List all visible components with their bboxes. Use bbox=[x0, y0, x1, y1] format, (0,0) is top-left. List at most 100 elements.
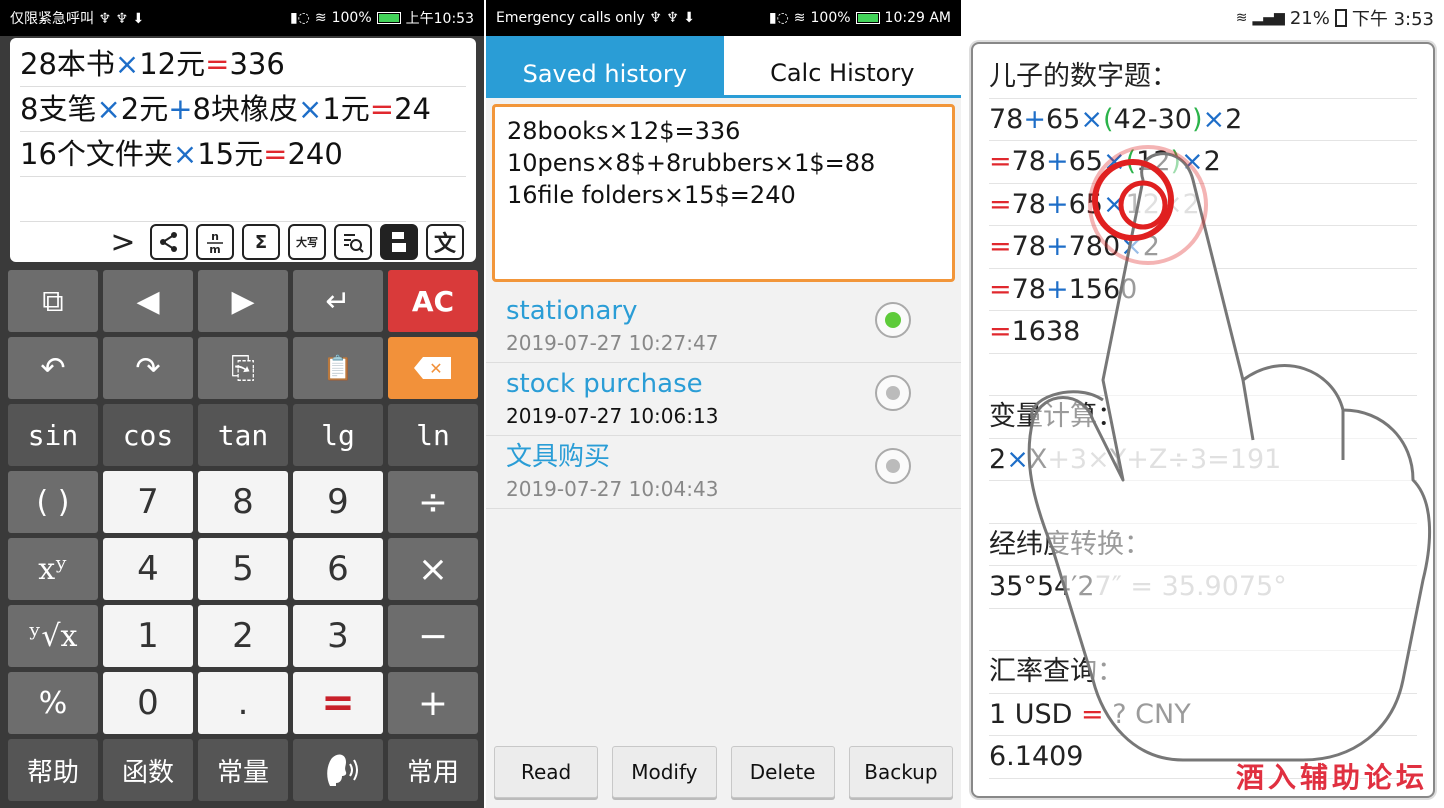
undo-key[interactable]: ↶ bbox=[8, 337, 98, 399]
save-icon[interactable] bbox=[380, 224, 418, 260]
digit-3-key[interactable]: 3 bbox=[293, 605, 383, 667]
tan-key[interactable]: tan bbox=[198, 404, 288, 466]
battery-icon bbox=[855, 12, 880, 24]
cursor-right-key[interactable]: ▶ bbox=[198, 270, 288, 332]
cursor-left-key[interactable]: ◀ bbox=[103, 270, 193, 332]
operand: 16个文件夹 bbox=[20, 137, 173, 171]
list-item[interactable]: stationary 2019-07-27 10:27:47 bbox=[486, 290, 961, 363]
digit-0-key[interactable]: 0 bbox=[103, 672, 193, 734]
list-item[interactable]: stock purchase 2019-07-27 10:06:13 bbox=[486, 363, 961, 436]
digit-2-key[interactable]: 2 bbox=[198, 605, 288, 667]
result: 24 bbox=[394, 92, 431, 126]
power-key[interactable]: xʸ bbox=[8, 538, 98, 600]
list-item[interactable]: 文具购买 2019-07-27 10:04:43 bbox=[486, 436, 961, 509]
voice-icon bbox=[327, 754, 358, 786]
note-line: 78+65×(42-30)×2 bbox=[989, 99, 1417, 141]
digit-9-key[interactable]: 9 bbox=[293, 471, 383, 533]
battery-percent: 100% bbox=[810, 10, 851, 26]
clock: 下午 3:53 bbox=[1351, 9, 1434, 30]
copy-all-key[interactable]: ⧉ bbox=[8, 270, 98, 332]
digit-7-key[interactable]: 7 bbox=[103, 471, 193, 533]
help-key[interactable]: 帮助 bbox=[8, 739, 98, 801]
delete-button[interactable]: Delete bbox=[730, 746, 835, 798]
wifi-icon: ≋ bbox=[793, 10, 806, 26]
battery-icon bbox=[376, 12, 401, 24]
modify-button[interactable]: Modify bbox=[612, 746, 717, 798]
paste-key[interactable]: 📋 bbox=[293, 337, 383, 399]
cos-key[interactable]: cos bbox=[103, 404, 193, 466]
next-icon[interactable]: > bbox=[104, 224, 142, 260]
signal-icon: ▮◌ bbox=[289, 10, 310, 26]
tab-saved-history[interactable]: Saved history bbox=[486, 36, 724, 98]
lg-key[interactable]: lg bbox=[293, 404, 383, 466]
translate-icon[interactable]: 文 bbox=[426, 224, 464, 260]
carrier-text: Emergency calls only ♆ ♆ ⬇ bbox=[496, 10, 696, 26]
tab-calc-history[interactable]: Calc History bbox=[723, 36, 961, 98]
result: 240 bbox=[287, 137, 343, 171]
root-key[interactable]: ʸ√x bbox=[8, 605, 98, 667]
digit-6-key[interactable]: 6 bbox=[293, 538, 383, 600]
decimal-point-key[interactable]: . bbox=[198, 672, 288, 734]
divide-key[interactable]: ÷ bbox=[388, 471, 478, 533]
operator: × bbox=[114, 47, 140, 81]
svg-text:m: m bbox=[209, 243, 220, 255]
constants-key[interactable]: 常量 bbox=[198, 739, 288, 801]
multiply-key[interactable]: × bbox=[388, 538, 478, 600]
equals-sign: = bbox=[369, 92, 395, 126]
calc-display[interactable]: 28本书×12元=336 8支笔×2元+8块橡皮×1元=24 16个文件夹×15… bbox=[10, 38, 476, 262]
select-radio[interactable] bbox=[875, 448, 911, 484]
signal-icon: ▮◌ bbox=[768, 10, 789, 26]
enter-key[interactable]: ↵ bbox=[293, 270, 383, 332]
fraction-icon[interactable]: nm bbox=[196, 224, 234, 260]
editor-line: 28books×12$=336 bbox=[507, 117, 741, 145]
operand: 2元 bbox=[120, 92, 169, 126]
expression-line-3[interactable]: 16个文件夹×15元=240 bbox=[20, 132, 466, 177]
clear-all-key[interactable]: AC bbox=[388, 270, 478, 332]
history-list: stationary 2019-07-27 10:27:47 stock pur… bbox=[486, 290, 961, 509]
copy-key[interactable]: ⎘ bbox=[198, 337, 288, 399]
expression-line-4[interactable] bbox=[20, 177, 466, 222]
daxie-icon[interactable]: 大写 bbox=[288, 224, 326, 260]
voice-key[interactable] bbox=[293, 739, 383, 801]
share-icon[interactable] bbox=[150, 224, 188, 260]
backup-button[interactable]: Backup bbox=[848, 746, 953, 798]
common-key[interactable]: 常用 bbox=[388, 739, 478, 801]
minus-key[interactable]: − bbox=[388, 605, 478, 667]
ln-key[interactable]: ln bbox=[388, 404, 478, 466]
operand: 1元 bbox=[322, 92, 370, 126]
note-heading: 经纬度转换： bbox=[989, 524, 1417, 566]
note-line: =78+1560 bbox=[989, 269, 1417, 311]
note-line: 2×X+3×Y+Z÷3=191 bbox=[989, 439, 1417, 481]
operand: 8支笔 bbox=[20, 92, 97, 126]
digit-8-key[interactable]: 8 bbox=[198, 471, 288, 533]
sum-icon[interactable]: Σ bbox=[242, 224, 280, 260]
battery-percent: 100% bbox=[331, 10, 372, 26]
digit-5-key[interactable]: 5 bbox=[198, 538, 288, 600]
history-date: 2019-07-27 10:04:43 bbox=[506, 477, 719, 501]
notepad-panel: ≋ ▂▄▆ 21% 下午 3:53 儿子的数字题： 78+65×(42-30)×… bbox=[961, 0, 1444, 808]
signal-icon: ▂▄▆ bbox=[1252, 10, 1285, 26]
backspace-key[interactable]: ✕ bbox=[388, 337, 478, 399]
select-radio[interactable] bbox=[875, 375, 911, 411]
expression-line-1[interactable]: 28本书×12元=336 bbox=[20, 42, 466, 87]
history-panel: Emergency calls only ♆ ♆ ⬇ ▮◌ ≋ 100% 10:… bbox=[484, 0, 961, 808]
search-icon[interactable] bbox=[334, 224, 372, 260]
status-bar: Emergency calls only ♆ ♆ ⬇ ▮◌ ≋ 100% 10:… bbox=[486, 0, 961, 36]
digit-1-key[interactable]: 1 bbox=[103, 605, 193, 667]
percent-key[interactable]: % bbox=[8, 672, 98, 734]
sin-key[interactable]: sin bbox=[8, 404, 98, 466]
digit-4-key[interactable]: 4 bbox=[103, 538, 193, 600]
parentheses-key[interactable]: ( ) bbox=[8, 471, 98, 533]
history-editor[interactable]: 28books×12$=336 10pens×8$+8rubbers×1$=88… bbox=[492, 104, 955, 282]
redo-key[interactable]: ↷ bbox=[103, 337, 193, 399]
watermark: 酒入辅助论坛 bbox=[1235, 761, 1428, 794]
note-line: 1 USD = ? CNY bbox=[989, 694, 1417, 736]
equals-key[interactable]: = bbox=[293, 672, 383, 734]
wifi-icon: ≋ bbox=[314, 10, 327, 26]
expression-line-2[interactable]: 8支笔×2元+8块橡皮×1元=24 bbox=[20, 87, 466, 132]
plus-key[interactable]: + bbox=[388, 672, 478, 734]
read-button[interactable]: Read bbox=[494, 746, 599, 798]
functions-key[interactable]: 函数 bbox=[103, 739, 193, 801]
notepad[interactable]: 儿子的数字题： 78+65×(42-30)×2 =78+65×(12)×2 =7… bbox=[971, 42, 1435, 798]
select-radio[interactable] bbox=[875, 302, 911, 338]
